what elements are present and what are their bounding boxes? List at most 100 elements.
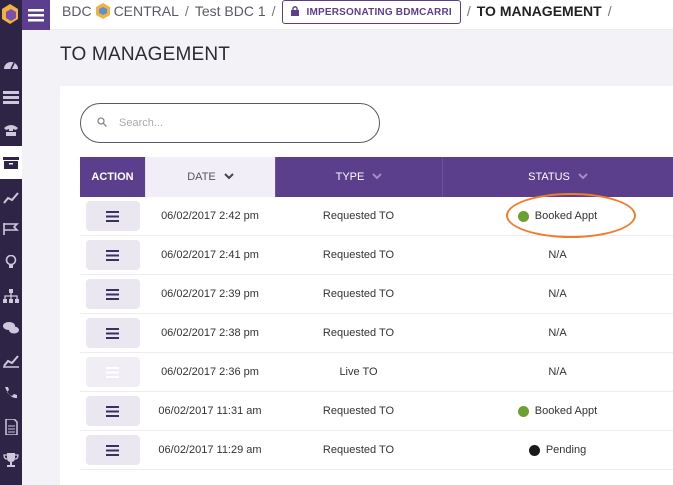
search-input[interactable]: [119, 117, 339, 129]
chevron-down-icon: [578, 171, 588, 183]
type-cell: Requested TO: [322, 444, 395, 456]
action-cell: [80, 275, 145, 313]
action-cell: [80, 314, 145, 352]
trend-chart-icon[interactable]: [0, 180, 22, 213]
action-cell: [80, 353, 145, 391]
status-cell: N/A: [442, 236, 673, 274]
row-menu-button[interactable]: [85, 357, 140, 387]
menu-lines-icon: [106, 366, 119, 378]
annotation-circle: [506, 193, 636, 238]
brand-link[interactable]: BDC CENTRAL: [62, 3, 179, 19]
lightbulb-icon[interactable]: [0, 245, 22, 278]
status-label: N/A: [548, 327, 567, 339]
line-chart-icon[interactable]: [0, 344, 22, 377]
impersonating-label: IMPERSONATING BDMCARRI: [306, 6, 452, 18]
document-icon[interactable]: [0, 410, 22, 443]
search-icon: [97, 114, 107, 132]
breadcrumb-current: TO MANAGEMENT: [476, 3, 602, 19]
table-row: 06/02/2017 2:39 pm Requested TO N/A: [80, 275, 673, 314]
trophy-icon[interactable]: [0, 443, 22, 476]
date-cell: 06/02/2017 11:29 am: [158, 444, 262, 456]
col-type[interactable]: TYPE: [275, 157, 442, 197]
menu-lines-icon: [106, 444, 119, 456]
date-cell: 06/02/2017 2:42 pm: [161, 210, 259, 222]
col-date[interactable]: DATE: [145, 157, 275, 197]
type-cell: Requested TO: [322, 288, 395, 300]
status-label: N/A: [548, 249, 567, 261]
status-cell: Booked Appt: [442, 392, 673, 430]
action-cell: [80, 197, 145, 235]
action-cell: [80, 236, 145, 274]
type-cell: Live TO: [339, 366, 378, 378]
brand-right: CENTRAL: [113, 3, 179, 19]
breadcrumb: BDC CENTRAL / Test BDC 1 / IMPERSONATING…: [62, 0, 618, 24]
row-menu-button[interactable]: [85, 201, 140, 231]
org-chart-icon[interactable]: [0, 279, 22, 312]
col-action: ACTION: [91, 171, 134, 183]
action-cell: [80, 431, 145, 469]
search-box[interactable]: [80, 103, 380, 143]
status-cell: Pending: [442, 431, 673, 469]
date-cell: 06/02/2017 2:41 pm: [161, 249, 259, 261]
row-menu-button[interactable]: [85, 240, 140, 270]
status-label: N/A: [548, 288, 567, 300]
menu-lines-icon: [106, 405, 119, 417]
phone-handset-icon[interactable]: [0, 113, 22, 146]
flags-icon[interactable]: [0, 212, 22, 245]
lock-icon: [290, 5, 299, 19]
action-cell: [80, 392, 145, 430]
sidebar: [0, 0, 22, 485]
date-cell: 06/02/2017 2:39 pm: [161, 288, 259, 300]
date-cell: 06/02/2017 11:31 am: [158, 405, 262, 417]
status-cell: N/A: [442, 353, 673, 391]
row-menu-button[interactable]: [85, 318, 140, 348]
table-row: 06/02/2017 2:38 pm Requested TO N/A: [80, 314, 673, 353]
type-cell: Requested TO: [322, 405, 395, 417]
chevron-down-icon: [224, 171, 234, 183]
breadcrumb-separator: /: [607, 3, 612, 19]
status-cell: N/A: [442, 314, 673, 352]
menu-lines-icon: [106, 288, 119, 300]
date-cell: 06/02/2017 2:38 pm: [161, 327, 259, 339]
table-body: 06/02/2017 2:42 pm Requested TO Booked A…: [80, 197, 673, 470]
status-cell: N/A: [442, 275, 673, 313]
menu-lines-icon: [106, 210, 119, 222]
brand-left: BDC: [62, 3, 92, 19]
breadcrumb-separator: /: [271, 3, 276, 19]
hamburger-menu-icon[interactable]: [22, 0, 50, 30]
row-menu-button[interactable]: [85, 435, 140, 465]
col-type-label: TYPE: [335, 171, 365, 183]
status-label: Booked Appt: [534, 405, 598, 417]
status-label: N/A: [548, 366, 567, 378]
breadcrumb-separator: /: [466, 3, 471, 19]
col-status[interactable]: STATUS: [442, 157, 673, 197]
col-status-label: STATUS: [528, 171, 570, 183]
dashboard-icon[interactable]: [0, 48, 22, 81]
menu-lines-icon: [106, 327, 119, 339]
type-cell: Requested TO: [322, 249, 395, 261]
table-header: ACTION DATE TYPE STATUS: [80, 157, 673, 197]
col-date-label: DATE: [187, 171, 216, 183]
bdc-hex-logo[interactable]: [0, 0, 22, 30]
status-dot-icon: [528, 444, 540, 456]
chat-bubbles-icon[interactable]: [0, 311, 22, 344]
table-row: 06/02/2017 11:31 am Requested TO Booked …: [80, 392, 673, 431]
phone-icon[interactable]: [0, 376, 22, 409]
impersonating-badge[interactable]: IMPERSONATING BDMCARRI: [281, 0, 461, 24]
row-menu-button[interactable]: [85, 279, 140, 309]
archive-box-icon[interactable]: [0, 146, 22, 179]
chevron-down-icon: [372, 171, 383, 183]
type-cell: Requested TO: [322, 210, 395, 222]
status-dot-icon: [517, 405, 529, 417]
breadcrumb-dealer[interactable]: Test BDC 1: [195, 3, 266, 19]
table-row: 06/02/2017 2:41 pm Requested TO N/A: [80, 236, 673, 275]
breadcrumb-separator: /: [184, 3, 189, 19]
date-cell: 06/02/2017 2:36 pm: [161, 366, 259, 378]
page-title: TO MANAGEMENT: [60, 44, 231, 65]
server-icon[interactable]: [0, 80, 22, 113]
menu-lines-icon: [106, 249, 119, 261]
row-menu-button[interactable]: [85, 396, 140, 426]
table-row: 06/02/2017 2:36 pm Live TO N/A: [80, 353, 673, 392]
status-label: Pending: [545, 444, 587, 456]
table-row: 06/02/2017 11:29 am Requested TO Pending: [80, 431, 673, 470]
